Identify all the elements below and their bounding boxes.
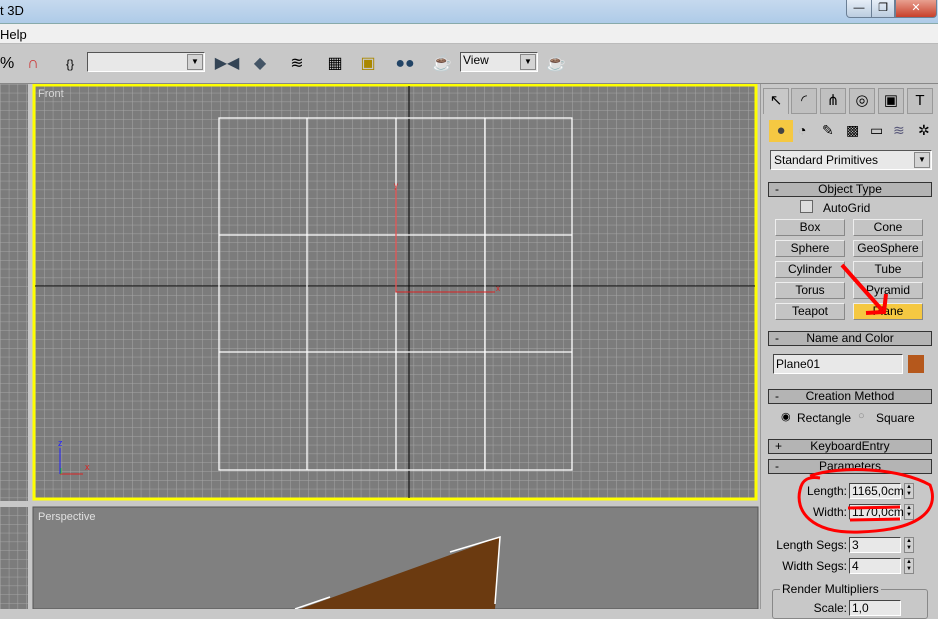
named-selection-dropdown[interactable]: ▼	[87, 52, 205, 72]
plane-button[interactable]: Plane	[853, 303, 923, 320]
left-bottom-viewport[interactable]	[0, 505, 28, 609]
length-input[interactable]: 1165,0cm	[849, 483, 904, 499]
render-setup-icon[interactable]: ☕	[428, 51, 456, 77]
object-type-rollout[interactable]: - Object Type	[768, 182, 932, 197]
autogrid-checkbox[interactable]	[800, 200, 813, 213]
systems-icon[interactable]: ✲	[918, 122, 930, 139]
scale-label: Scale:	[813, 601, 847, 615]
viewport-area[interactable]: y x z x Front Perspective	[0, 84, 760, 609]
cone-button[interactable]: Cone	[853, 219, 923, 236]
svg-text:z: z	[58, 438, 63, 448]
utilities-tab-icon[interactable]: T	[907, 88, 933, 114]
geosphere-button[interactable]: GeoSphere	[853, 240, 923, 257]
close-button[interactable]: ✕	[895, 0, 937, 18]
percent-snap-icon[interactable]: %	[0, 51, 14, 77]
space-warps-icon[interactable]: ≋	[893, 122, 905, 139]
length-segs-spinner[interactable]: ▲ ▼	[904, 537, 914, 553]
schematic-view-icon[interactable]: ▣	[355, 51, 381, 77]
width-input[interactable]: 1170,0cm	[849, 504, 904, 520]
viewport-label-front[interactable]: Front	[38, 88, 64, 100]
length-spinner[interactable]: ▲ ▼	[904, 483, 914, 499]
square-radio[interactable]: ○	[858, 410, 865, 422]
primitive-type-dropdown[interactable]: Standard Primitives ▼	[770, 150, 932, 170]
svg-text:x: x	[85, 462, 90, 472]
geometry-icon[interactable]: ●	[769, 120, 793, 142]
modify-tab-icon[interactable]: ◜	[791, 88, 817, 114]
scale-input[interactable]: 1,0	[849, 600, 901, 616]
perspective-viewport[interactable]: Perspective	[32, 506, 759, 609]
chevron-down-icon: ▼	[914, 152, 930, 168]
length-segs-input[interactable]: 3	[849, 537, 901, 553]
mirror-icon[interactable]: ▶◀	[214, 51, 240, 77]
autogrid-label: AutoGrid	[823, 201, 871, 215]
curve-editor-icon[interactable]: ▦	[322, 51, 348, 77]
render-view-dropdown[interactable]: View ▼	[460, 52, 538, 72]
length-segs-label: Length Segs:	[776, 538, 847, 552]
render-multipliers-label: Render Multipliers	[780, 582, 881, 596]
width-segs-input[interactable]: 4	[849, 558, 901, 574]
render-icon[interactable]: ☕	[542, 51, 570, 77]
helpers-icon[interactable]: ▭	[870, 122, 883, 139]
pyramid-button[interactable]: Pyramid	[853, 282, 923, 299]
motion-tab-icon[interactable]: ◎	[849, 88, 875, 114]
gizmo-x-label: x	[496, 284, 500, 293]
create-tab-icon[interactable]: ↖	[763, 88, 789, 114]
menu-help[interactable]: Help	[0, 27, 27, 42]
width-segs-label: Width Segs:	[782, 559, 847, 573]
layer-manager-icon[interactable]: ≋	[284, 51, 310, 77]
front-viewport[interactable]: y x z x Front	[32, 84, 758, 501]
rectangle-radio[interactable]: ◉	[781, 410, 791, 423]
chevron-down-icon: ▼	[187, 54, 203, 70]
shapes-icon[interactable]: ◔	[798, 122, 806, 138]
menu-bar: Help	[0, 24, 938, 44]
object-color-swatch[interactable]	[908, 355, 924, 373]
restore-button[interactable]: ❐	[871, 0, 895, 18]
named-selection-icon[interactable]: {}	[56, 51, 84, 77]
length-label: Length:	[806, 484, 847, 498]
box-button[interactable]: Box	[775, 219, 845, 236]
viewport-label-perspective[interactable]: Perspective	[38, 511, 95, 523]
width-segs-spinner[interactable]: ▲ ▼	[904, 558, 914, 574]
width-spinner[interactable]: ▲ ▼	[904, 504, 914, 520]
parameters-rollout[interactable]: - Parameters	[768, 459, 932, 474]
cameras-icon[interactable]: ▩	[846, 122, 859, 139]
hierarchy-tab-icon[interactable]: ⋔	[820, 88, 846, 114]
name-and-color-rollout[interactable]: - Name and Color	[768, 331, 932, 346]
gizmo-y-label: y	[394, 181, 398, 190]
title-bar: t 3D — ❐ ✕	[0, 0, 938, 24]
rectangle-label: Rectangle	[797, 411, 852, 425]
align-icon[interactable]: ◆	[246, 51, 274, 77]
minimize-button[interactable]: —	[846, 0, 872, 18]
tube-button[interactable]: Tube	[853, 261, 923, 278]
main-toolbar: % ∩ {} ▼ ▶◀ ◆ ≋ ▦ ▣ ●● ☕ View ▼ ☕	[0, 44, 938, 84]
lights-icon[interactable]: ✎	[822, 122, 834, 139]
material-editor-icon[interactable]: ●●	[392, 51, 418, 77]
cylinder-button[interactable]: Cylinder	[775, 261, 845, 278]
torus-button[interactable]: Torus	[775, 282, 845, 299]
object-name-input[interactable]: Plane01	[773, 354, 903, 374]
keyboard-entry-rollout[interactable]: + KeyboardEntry	[768, 439, 932, 454]
width-label: Width:	[812, 505, 847, 519]
left-viewport[interactable]	[0, 84, 28, 501]
chevron-down-icon: ▼	[520, 54, 536, 70]
window-title: t 3D	[0, 3, 24, 18]
creation-method-rollout[interactable]: - Creation Method	[768, 389, 932, 404]
teapot-button[interactable]: Teapot	[775, 303, 845, 320]
square-label: Square	[876, 411, 915, 425]
spinner-snap-icon[interactable]: ∩	[20, 51, 46, 77]
display-tab-icon[interactable]: ▣	[878, 88, 904, 114]
sphere-button[interactable]: Sphere	[775, 240, 845, 257]
